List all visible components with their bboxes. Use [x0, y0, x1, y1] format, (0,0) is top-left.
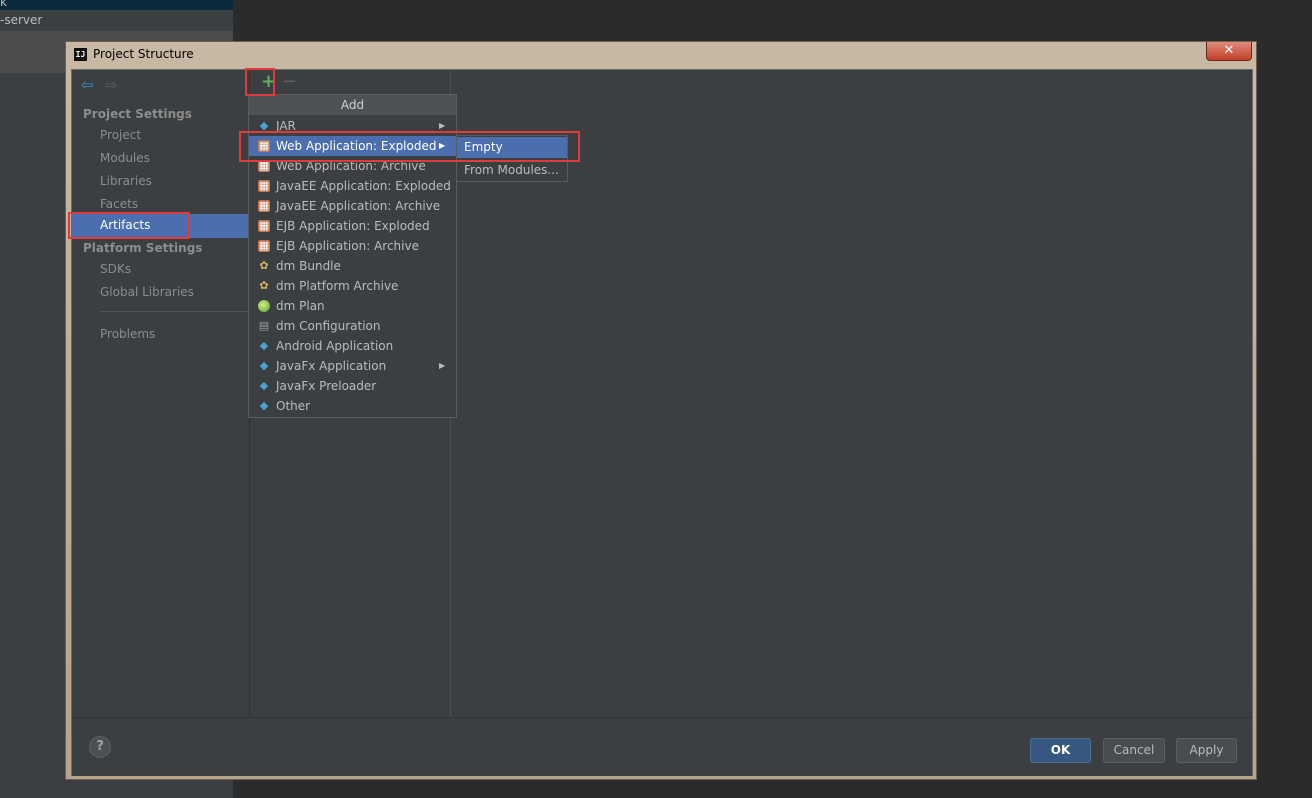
submenu-item-label: From Modules...	[464, 163, 559, 177]
menu-item-label: dm Bundle	[276, 259, 341, 273]
javaee-icon: ▦	[258, 179, 270, 192]
ide-top-text: k	[0, 0, 7, 9]
menu-header: Add	[249, 95, 456, 115]
sidebar-item-problems[interactable]: Problems	[100, 327, 155, 341]
diamond-icon: ◆	[259, 339, 269, 352]
sidebar-item-project[interactable]: Project	[100, 128, 141, 142]
ejb-icon: ▦	[258, 239, 270, 252]
menu-item-label: JavaEE Application: Archive	[276, 199, 441, 213]
ide-top-strip: k	[0, 0, 233, 10]
annotation-box-artifacts	[68, 212, 190, 239]
menu-item-label: dm Platform Archive	[276, 279, 399, 293]
menu-item-android-application[interactable]: ◆ Android Application	[249, 336, 456, 356]
menu-item-javaee-exploded[interactable]: ▦ JavaEE Application: Exploded	[249, 176, 456, 196]
remove-artifact-button[interactable]: −	[282, 71, 297, 92]
dialog-footer: ? OK Cancel Apply	[72, 717, 1252, 776]
back-arrow-icon[interactable]: ⇦	[81, 78, 94, 93]
window-title: Project Structure	[93, 47, 194, 61]
menu-item-label: JavaFx Preloader	[276, 379, 377, 393]
config-icon: ▤	[258, 319, 270, 332]
menu-item-ejb-exploded[interactable]: ▦ EJB Application: Exploded	[249, 216, 456, 236]
forward-arrow-icon[interactable]: ⇨	[105, 78, 118, 93]
title-bar[interactable]: IJ Project Structure ✕	[66, 42, 1256, 69]
sidebar-item-facets[interactable]: Facets	[100, 197, 138, 211]
menu-item-dm-bundle[interactable]: ✿ dm Bundle	[249, 256, 456, 276]
menu-item-label: JavaFx Application	[276, 359, 387, 373]
submenu-arrow-icon: ▶	[439, 361, 446, 370]
ok-button[interactable]: OK	[1030, 738, 1091, 763]
diamond-icon: ◆	[259, 379, 269, 392]
menu-item-label: dm Configuration	[276, 319, 381, 333]
ide-tree-item-server[interactable]: -server	[0, 13, 42, 27]
menu-item-other[interactable]: ◆ Other	[249, 396, 456, 416]
menu-item-dm-plan[interactable]: dm Plan	[249, 296, 456, 316]
submenu-item-from-modules[interactable]: From Modules...	[457, 160, 567, 181]
annotation-box-add	[245, 68, 275, 96]
bundle-icon: ✿	[259, 259, 269, 272]
ejb-icon: ▦	[258, 219, 270, 232]
menu-item-ejb-archive[interactable]: ▦ EJB Application: Archive	[249, 236, 456, 256]
menu-item-javafx-application[interactable]: ◆ JavaFx Application ▶	[249, 356, 456, 376]
menu-item-label: EJB Application: Exploded	[276, 219, 430, 233]
menu-item-javaee-archive[interactable]: ▦ JavaEE Application: Archive	[249, 196, 456, 216]
menu-item-label: Other	[276, 399, 311, 413]
menu-item-label: EJB Application: Archive	[276, 239, 419, 253]
project-settings-heading: Project Settings	[83, 107, 192, 121]
intellij-logo-icon: IJ	[74, 48, 87, 61]
sidebar-item-libraries[interactable]: Libraries	[100, 174, 152, 188]
apply-button[interactable]: Apply	[1176, 738, 1237, 763]
menu-item-javafx-preloader[interactable]: ◆ JavaFx Preloader	[249, 376, 456, 396]
diamond-icon: ◆	[259, 399, 269, 412]
menu-item-label: dm Plan	[276, 299, 325, 313]
sidebar-item-sdks[interactable]: SDKs	[100, 262, 131, 276]
menu-item-dm-configuration[interactable]: ▤ dm Configuration	[249, 316, 456, 336]
menu-item-label: Android Application	[276, 339, 394, 353]
sidebar-item-global-libraries[interactable]: Global Libraries	[100, 285, 194, 299]
javaee-icon: ▦	[258, 199, 270, 212]
bundle-icon: ✿	[259, 279, 269, 292]
annotation-box-web-exploded	[239, 131, 580, 162]
settings-sidebar: ⇦ ⇨ Project Settings Project Modules Lib…	[72, 70, 290, 717]
cancel-button[interactable]: Cancel	[1103, 738, 1165, 763]
menu-item-label: JavaEE Application: Exploded	[276, 179, 451, 193]
close-button[interactable]: ✕	[1206, 42, 1252, 61]
diamond-icon: ◆	[259, 359, 269, 372]
help-button[interactable]: ?	[89, 736, 111, 758]
plan-icon	[258, 300, 270, 312]
platform-settings-heading: Platform Settings	[83, 241, 203, 255]
sidebar-item-modules[interactable]: Modules	[100, 151, 150, 165]
menu-item-dm-platform-archive[interactable]: ✿ dm Platform Archive	[249, 276, 456, 296]
